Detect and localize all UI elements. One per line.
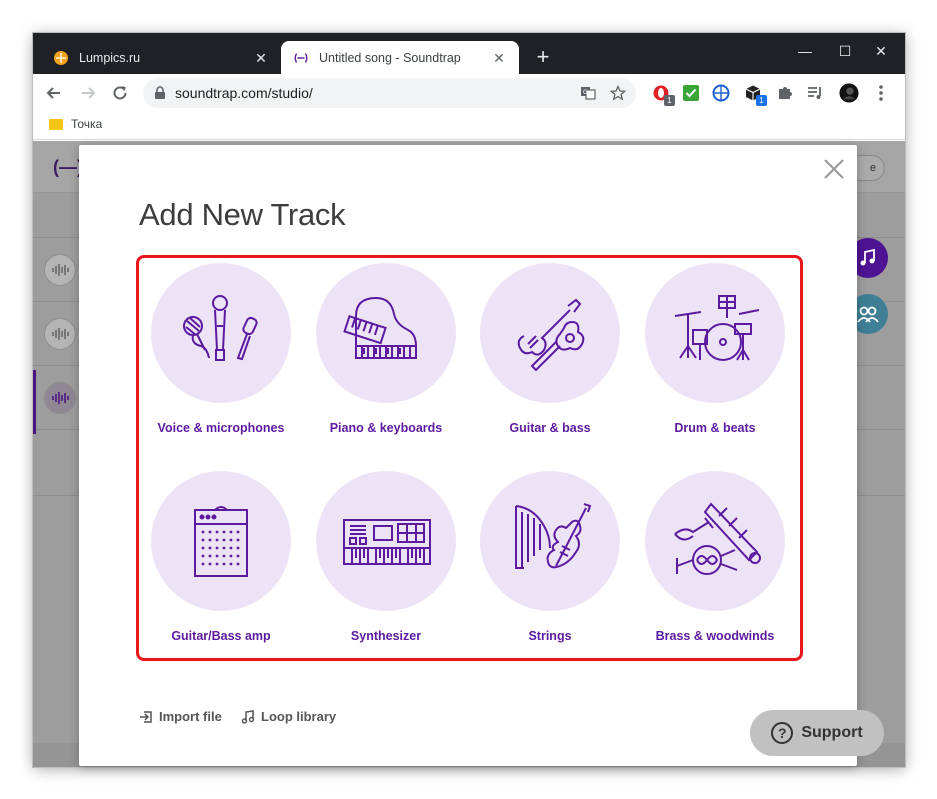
bookmarks-bar: Точка	[33, 112, 905, 140]
extension-badge: 1	[664, 95, 675, 106]
category-piano[interactable]: Piano & keyboards	[312, 263, 477, 463]
category-label: Drum & beats	[674, 421, 756, 435]
puzzle-extensions-icon[interactable]	[775, 83, 795, 103]
category-label: Guitar & bass	[509, 421, 591, 435]
back-arrow-icon	[46, 87, 60, 99]
music-note-icon	[241, 709, 255, 724]
browser-toolbar: soundtrap.com/studio/ G 1 1	[33, 74, 905, 112]
selected-track-indicator	[33, 370, 36, 434]
track-waveform-button[interactable]	[44, 318, 76, 350]
brass-icon	[645, 471, 785, 611]
tab-close-icon[interactable]: ✕	[491, 50, 507, 66]
bookmark-tochka[interactable]: Точка	[49, 117, 102, 131]
reload-icon	[113, 86, 127, 100]
category-label: Piano & keyboards	[329, 421, 443, 435]
amp-icon	[151, 471, 291, 611]
new-tab-button[interactable]: +	[531, 45, 555, 69]
minimize-button[interactable]: —	[785, 37, 825, 65]
piano-icon	[316, 263, 456, 403]
category-label: Synthesizer	[350, 629, 422, 643]
vpn-extension-icon[interactable]	[711, 83, 731, 103]
avatar[interactable]	[839, 83, 859, 103]
import-file-label: Import file	[159, 709, 222, 724]
bookmark-star-icon[interactable]	[606, 81, 630, 105]
tab-title: Lumpics.ru	[79, 50, 141, 65]
translate-icon[interactable]: G	[576, 81, 600, 105]
music-note-icon	[860, 248, 875, 266]
category-voice[interactable]: Voice & microphones	[147, 263, 312, 463]
forward-arrow-icon	[82, 87, 96, 99]
category-label: Voice & microphones	[157, 421, 285, 435]
tab-soundtrap[interactable]: Untitled song - Soundtrap ✕	[281, 41, 519, 74]
collaborators-icon	[857, 306, 879, 323]
check-extension-icon[interactable]	[681, 83, 701, 103]
waveform-icon	[52, 328, 69, 340]
category-drums[interactable]: Drum & beats	[641, 263, 806, 463]
tab-lumpics[interactable]: Lumpics.ru ✕	[41, 41, 281, 74]
dialog-title: Add New Track	[139, 197, 346, 232]
lock-icon	[155, 86, 165, 99]
close-icon	[824, 159, 844, 179]
loop-library-label: Loop library	[261, 709, 337, 724]
category-guitar[interactable]: Guitar & bass	[476, 263, 641, 463]
url-text: soundtrap.com/studio/	[175, 85, 313, 101]
menu-kebab-icon[interactable]	[871, 83, 891, 103]
extension-badge: 1	[756, 95, 767, 106]
reload-button[interactable]	[107, 80, 133, 106]
loop-library-link[interactable]: Loop library	[241, 709, 336, 724]
category-brass[interactable]: Brass & woodwinds	[641, 471, 806, 671]
back-button[interactable]	[41, 80, 67, 106]
waveform-icon	[52, 264, 69, 276]
strings-icon	[480, 471, 620, 611]
track-waveform-button[interactable]	[44, 382, 76, 414]
help-icon: ?	[771, 722, 794, 744]
category-amp[interactable]: Guitar/Bass amp	[147, 471, 312, 671]
close-dialog-button[interactable]	[823, 158, 845, 180]
category-label: Brass & woodwinds	[655, 629, 775, 643]
svg-text:G: G	[583, 89, 588, 96]
import-icon	[140, 710, 152, 723]
track-waveform-button[interactable]	[44, 254, 76, 286]
import-file-link[interactable]: Import file	[139, 709, 222, 724]
support-label: Support	[801, 724, 863, 741]
maximize-button[interactable]: ☐	[825, 37, 865, 65]
tab-close-icon[interactable]: ✕	[253, 50, 269, 66]
close-window-button[interactable]: ✕	[861, 37, 901, 65]
folder-icon	[49, 118, 63, 130]
address-bar[interactable]: soundtrap.com/studio/ G	[143, 78, 636, 108]
support-button[interactable]: ? Support	[750, 710, 884, 756]
opera-extension-icon[interactable]: 1	[651, 83, 675, 106]
bookmark-label: Точка	[71, 117, 103, 131]
media-control-icon[interactable]	[805, 83, 825, 103]
synthesizer-icon	[316, 471, 456, 611]
category-synthesizer[interactable]: Synthesizer	[312, 471, 477, 671]
category-strings[interactable]: Strings	[476, 471, 641, 671]
soundtrap-icon	[293, 50, 309, 66]
forward-button[interactable]	[75, 80, 101, 106]
category-label: Guitar/Bass amp	[171, 629, 271, 643]
tab-strip: Lumpics.ru ✕ Untitled song - Soundtrap ✕…	[33, 33, 905, 74]
drums-icon	[645, 263, 785, 403]
microphones-icon	[151, 263, 291, 403]
add-track-dialog: Add New Track Voice & microphones Piano …	[79, 145, 884, 766]
guitar-icon	[480, 263, 620, 403]
cube-extension-icon[interactable]: 1	[743, 83, 767, 106]
category-label: Strings	[528, 629, 572, 643]
tab-title: Untitled song - Soundtrap	[319, 50, 461, 65]
waveform-icon	[52, 392, 69, 404]
orange-circle-icon	[53, 50, 69, 66]
